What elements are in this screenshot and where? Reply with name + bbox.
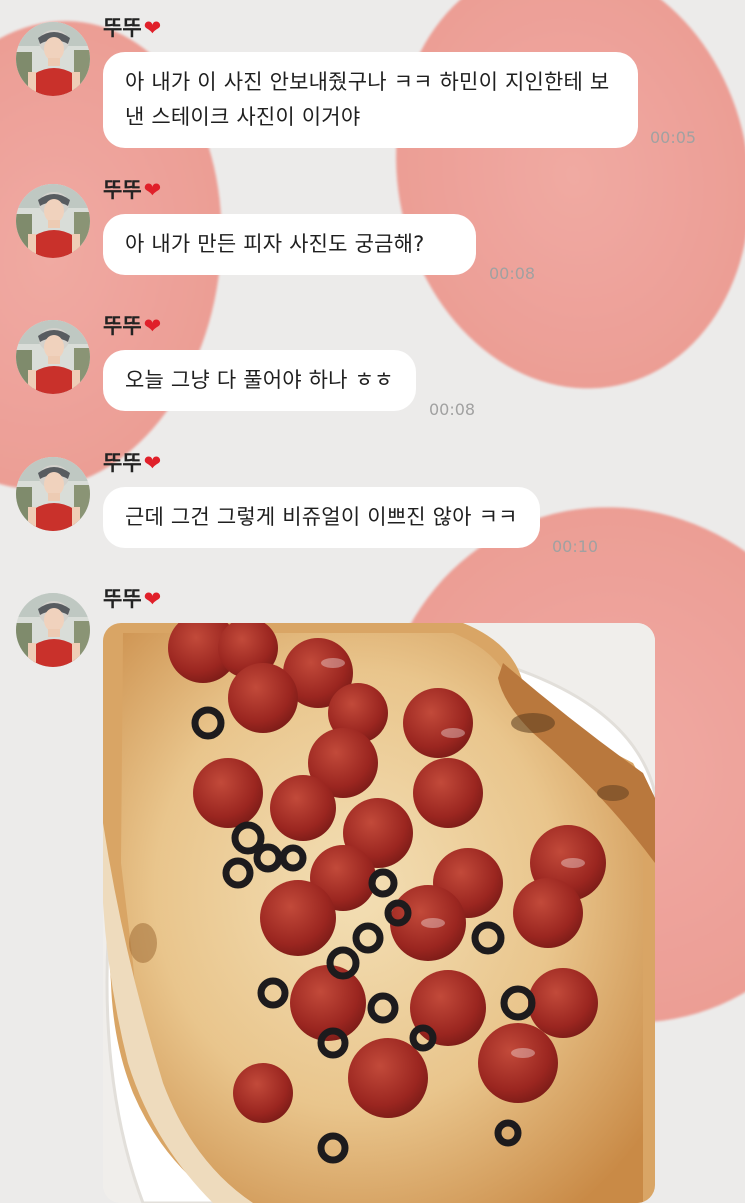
message-text: 오늘 그냥 다 풀어야 하나 ㅎㅎ [125,368,394,392]
avatar-icon [16,22,90,96]
sender-name: 뚜뚜❤ [103,312,161,340]
sender-name-text: 뚜뚜 [103,314,142,338]
message-text: 아 내가 이 사진 안보내줬구나 ㅋㅋ 하민이 지인한테 보낸 스테이크 사진이… [125,70,610,129]
heart-icon: ❤ [143,16,162,40]
avatar-icon [16,457,90,531]
avatar[interactable] [16,320,90,394]
message-timestamp: 00:10 [552,537,599,556]
avatar[interactable] [16,457,90,531]
heart-icon: ❤ [143,178,162,202]
avatar-icon [16,320,90,394]
avatar[interactable] [16,22,90,96]
avatar[interactable] [16,184,90,258]
message-bubble[interactable]: 오늘 그냥 다 풀어야 하나 ㅎㅎ [103,350,416,411]
message-text: 아 내가 만든 피자 사진도 궁금해? [125,232,425,256]
pizza-image [103,623,655,1203]
sender-name: 뚜뚜❤ [103,449,161,477]
avatar-icon [16,593,90,667]
heart-icon: ❤ [143,587,162,611]
heart-icon: ❤ [143,314,162,338]
sender-name: 뚜뚜❤ [103,14,161,42]
sender-name-text: 뚜뚜 [103,16,142,40]
message-bubble[interactable]: 아 내가 만든 피자 사진도 궁금해? [103,214,476,275]
heart-icon: ❤ [143,451,162,475]
message-bubble[interactable]: 근데 그건 그렇게 비쥬얼이 이쁘진 않아 ㅋㅋ [103,487,540,548]
message-timestamp: 00:08 [489,264,536,283]
avatar-icon [16,184,90,258]
pizza-photo[interactable] [103,623,655,1203]
message-timestamp: 00:05 [650,128,697,147]
sender-name: 뚜뚜❤ [103,585,161,613]
sender-name: 뚜뚜❤ [103,176,161,204]
avatar[interactable] [16,593,90,667]
message-bubble[interactable]: 아 내가 이 사진 안보내줬구나 ㅋㅋ 하민이 지인한테 보낸 스테이크 사진이… [103,52,638,148]
sender-name-text: 뚜뚜 [103,451,142,475]
message-text: 근데 그건 그렇게 비쥬얼이 이쁘진 않아 ㅋㅋ [125,505,518,529]
sender-name-text: 뚜뚜 [103,178,142,202]
message-timestamp: 00:08 [429,400,476,419]
sender-name-text: 뚜뚜 [103,587,142,611]
